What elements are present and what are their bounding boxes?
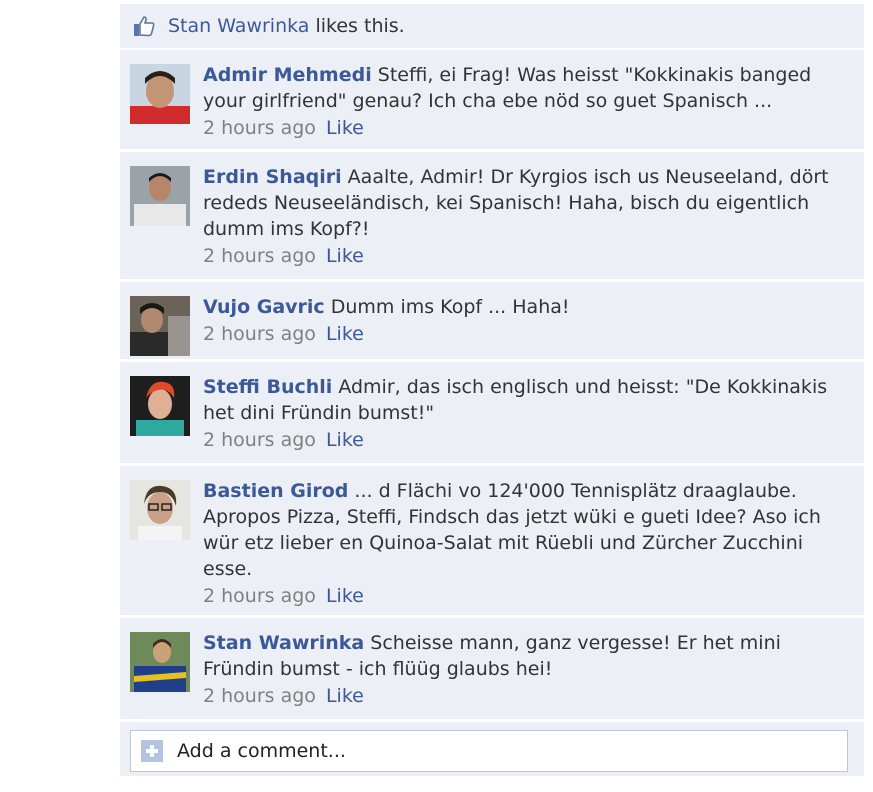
comment-author-link[interactable]: Bastien Girod	[203, 480, 348, 502]
avatar-photo	[130, 64, 190, 124]
comment-timestamp: 2 hours ago	[203, 245, 316, 267]
add-comment-placeholder: Add a comment...	[177, 740, 346, 762]
like-link[interactable]: Like	[326, 585, 364, 607]
comment-timestamp: 2 hours ago	[203, 429, 316, 451]
avatar-photo	[130, 296, 190, 356]
comment-timestamp: 2 hours ago	[203, 117, 316, 139]
avatar-photo	[130, 480, 190, 540]
comment-author-link[interactable]: Erdin Shaqiri	[203, 166, 342, 188]
avatar[interactable]	[130, 632, 190, 692]
add-comment-input[interactable]: Add a comment...	[130, 730, 848, 772]
likes-suffix: likes this.	[309, 15, 405, 37]
comment-item: Erdin Shaqiri Aaalte, Admir! Dr Kyrgios …	[120, 152, 864, 282]
comment-timestamp: 2 hours ago	[203, 323, 316, 345]
comment-timestamp: 2 hours ago	[203, 585, 316, 607]
likes-summary: Stan Wawrinka likes this.	[120, 4, 864, 50]
liker-name-link[interactable]: Stan Wawrinka	[168, 15, 309, 37]
comment-text: Dumm ims Kopf ... Haha!	[324, 296, 570, 318]
avatar[interactable]	[130, 166, 190, 226]
like-link[interactable]: Like	[326, 245, 364, 267]
comment-author-link[interactable]: Stan Wawrinka	[203, 632, 364, 654]
comment-item: Steffi Buchli Admir, das isch englisch u…	[120, 362, 864, 466]
avatar[interactable]	[130, 64, 190, 124]
comments-panel: Stan Wawrinka likes this. Admir Mehmedi …	[120, 4, 864, 776]
like-link[interactable]: Like	[326, 685, 364, 707]
add-comment-row: Add a comment...	[120, 722, 864, 776]
comment-item: Admir Mehmedi Steffi, ei Frag! Was heiss…	[120, 50, 864, 152]
comment-item: Bastien Girod ... d Flächi vo 124'000 Te…	[120, 466, 864, 618]
comment-item: Stan Wawrinka Scheisse mann, ganz verges…	[120, 618, 864, 722]
avatar-photo	[130, 166, 190, 226]
avatar[interactable]	[130, 376, 190, 436]
comment-author-link[interactable]: Steffi Buchli	[203, 376, 332, 398]
comment-author-link[interactable]: Vujo Gavric	[203, 296, 325, 318]
comment-timestamp: 2 hours ago	[203, 685, 316, 707]
comment-item: Vujo Gavric Dumm ims Kopf ... Haha! 2 ho…	[120, 282, 864, 362]
avatar-photo	[130, 632, 190, 692]
thumbs-up-icon	[134, 16, 155, 37]
plus-icon	[141, 740, 163, 762]
comment-author-link[interactable]: Admir Mehmedi	[203, 64, 372, 86]
avatar[interactable]	[130, 296, 190, 356]
like-link[interactable]: Like	[326, 429, 364, 451]
like-link[interactable]: Like	[326, 323, 364, 345]
avatar[interactable]	[130, 480, 190, 540]
like-link[interactable]: Like	[326, 117, 364, 139]
avatar-photo	[130, 376, 190, 436]
